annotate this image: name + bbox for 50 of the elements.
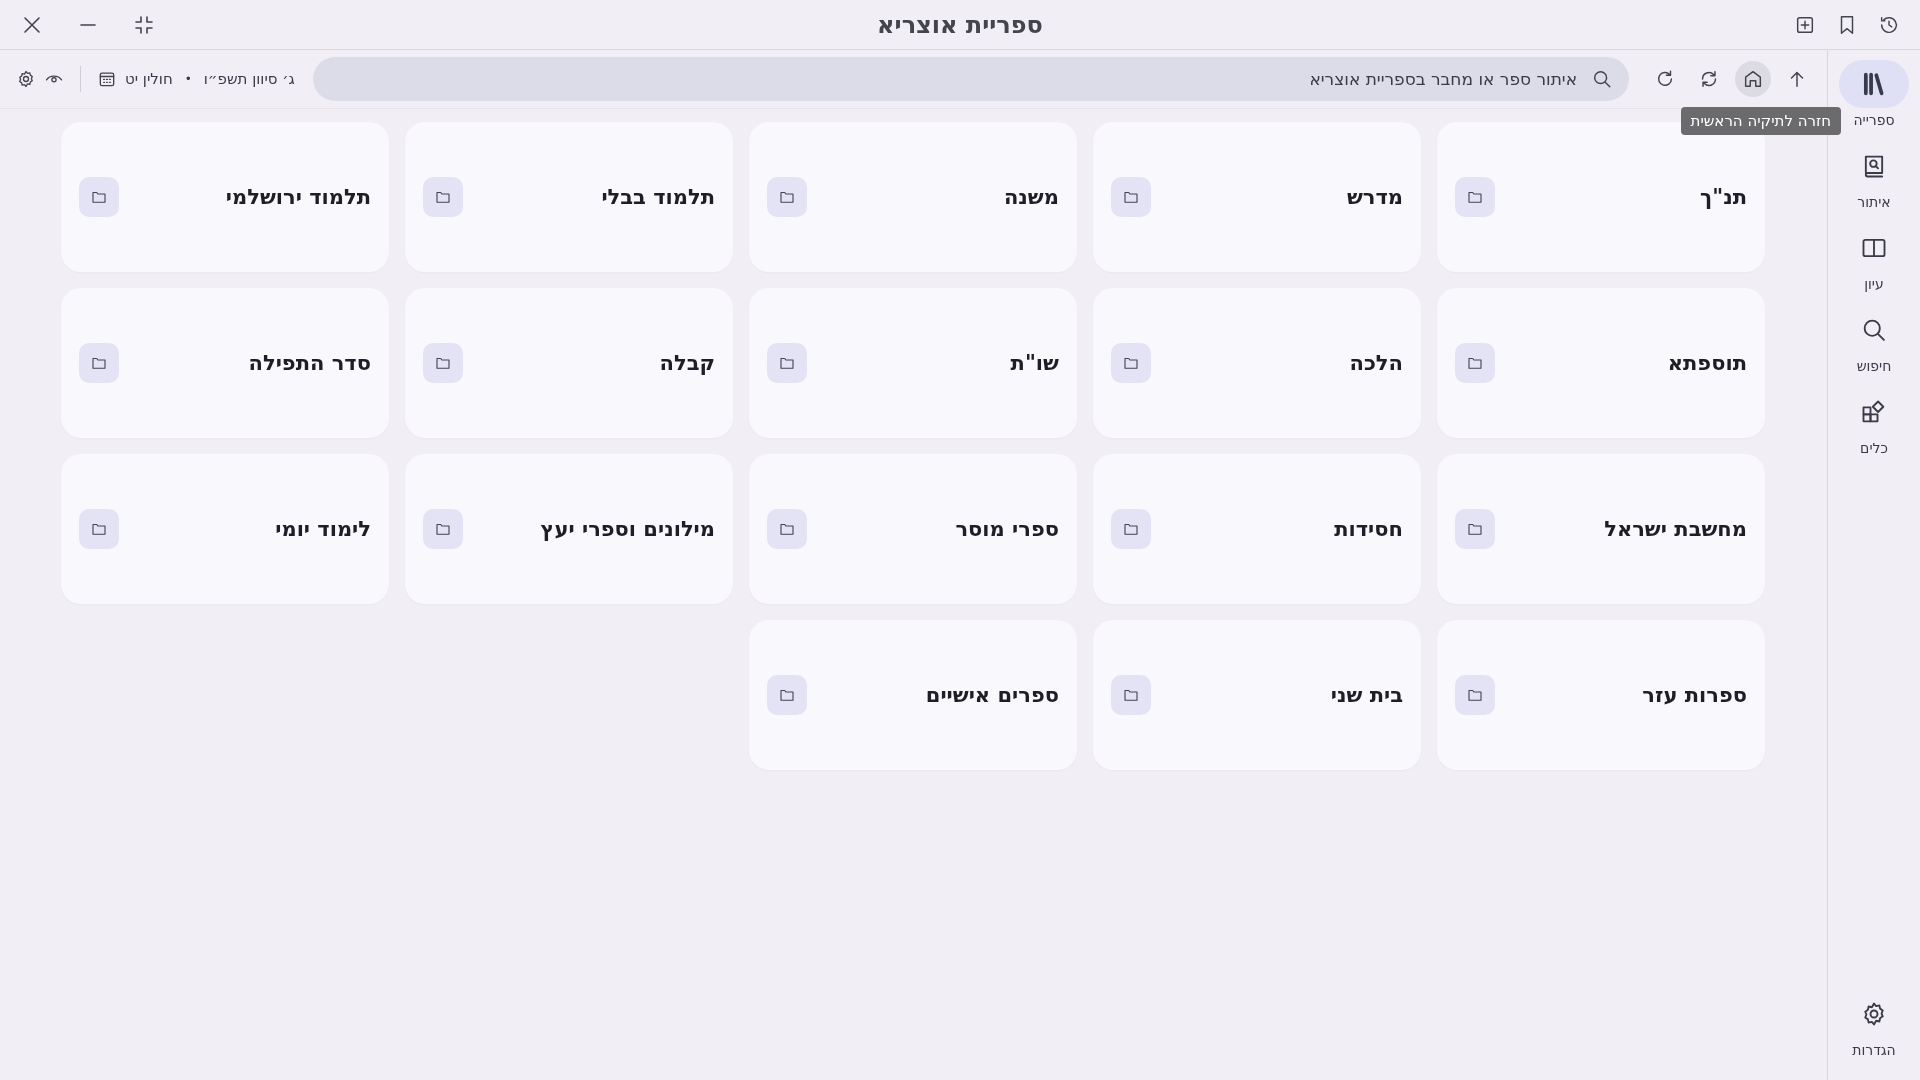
folder-icon — [423, 343, 463, 383]
category-card[interactable]: בית שני — [1093, 620, 1421, 770]
category-card[interactable]: ספרים אישיים — [749, 620, 1077, 770]
folder-icon — [1455, 177, 1495, 217]
daf-yomi: חולין יט — [125, 70, 173, 88]
folder-icon — [423, 509, 463, 549]
category-card[interactable]: ספרות עזר — [1437, 620, 1765, 770]
folder-icon — [767, 177, 807, 217]
home-icon — [1742, 68, 1764, 90]
window-title: ספריית אוצריא — [877, 10, 1043, 39]
tooltip: חזרה לתיקיה הראשית — [1680, 107, 1841, 135]
sidebar-item[interactable]: חיפוש — [1839, 306, 1909, 374]
category-card[interactable]: מדרש — [1093, 122, 1421, 272]
category-card[interactable]: לימוד יומי — [61, 454, 389, 604]
search-input[interactable]: איתור ספר או מחבר בספריית אוצריא — [328, 68, 1579, 90]
folder-icon — [79, 509, 119, 549]
folder-icon — [1455, 509, 1495, 549]
folder-icon — [1111, 343, 1151, 383]
settings-icon[interactable] — [16, 69, 36, 89]
separator-dot: • — [184, 72, 192, 86]
search-icon — [1591, 68, 1613, 90]
folder-icon — [79, 177, 119, 217]
folder-icon — [767, 343, 807, 383]
folder-icon — [1455, 343, 1495, 383]
folder-icon — [1111, 177, 1151, 217]
category-card[interactable]: תלמוד ירושלמי — [61, 122, 389, 272]
category-card[interactable]: חסידות — [1093, 454, 1421, 604]
settings-item[interactable]: הגדרות — [1839, 990, 1909, 1058]
sidebar-item[interactable]: איתור — [1839, 142, 1909, 210]
folder-icon — [423, 177, 463, 217]
category-card[interactable]: תוספתא — [1437, 288, 1765, 438]
sidebar-item[interactable]: עיון — [1839, 224, 1909, 292]
folder-icon — [767, 675, 807, 715]
category-card[interactable]: סדר התפילה — [61, 288, 389, 438]
sidebar-item[interactable]: כלים — [1839, 388, 1909, 456]
folder-icon — [767, 509, 807, 549]
category-card[interactable]: שו"ת — [749, 288, 1077, 438]
folder-icon — [1455, 675, 1495, 715]
search-bar[interactable]: איתור ספר או מחבר בספריית אוצריא — [312, 57, 1629, 101]
category-card[interactable]: קבלה — [405, 288, 733, 438]
folder-icon — [1111, 675, 1151, 715]
category-card[interactable]: מילונים וספרי יעץ — [405, 454, 733, 604]
folder-icon — [1111, 509, 1151, 549]
category-card[interactable]: ספרי מוסר — [749, 454, 1077, 604]
category-card[interactable]: תלמוד בבלי — [405, 122, 733, 272]
hebrew-date: ג׳ סיוון תשפ״ו — [203, 70, 295, 88]
category-card[interactable]: משנה — [749, 122, 1077, 272]
category-card[interactable]: הלכה — [1093, 288, 1421, 438]
folder-icon — [79, 343, 119, 383]
category-card[interactable]: מחשבת ישראל — [1437, 454, 1765, 604]
